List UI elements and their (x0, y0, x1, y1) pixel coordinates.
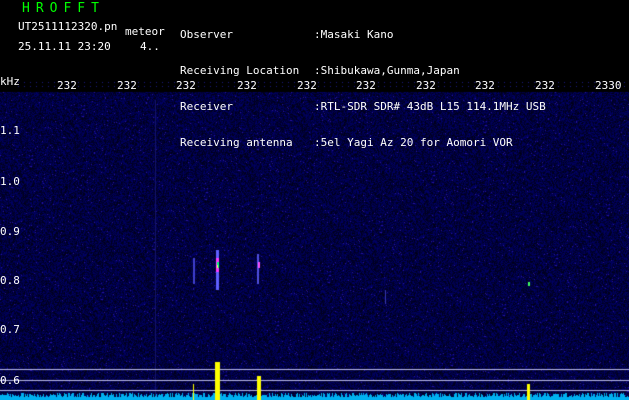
antenna-label: Receiving antenna (180, 136, 293, 149)
freq-label-1-1: 1.1 (0, 124, 20, 137)
app-logo: HROFFT (22, 1, 105, 16)
time-tick: 232 (117, 79, 137, 92)
freq-label-0-8: 0.8 (0, 274, 20, 287)
time-tick: 232 (535, 79, 555, 92)
observer-value: :Masaki Kano (314, 28, 394, 41)
receiver-value: :RTL-SDR SDR# 43dB L15 114.1MHz USB (314, 100, 546, 113)
meteor-label: meteor (125, 25, 165, 38)
freq-label-0-9: 0.9 (0, 225, 20, 238)
frequency-unit-label: kHz (0, 75, 20, 88)
time-tick: 232 (356, 79, 376, 92)
antenna-value: :5el Yagi Az 20 for Aomori VOR (314, 136, 513, 149)
time-tick: 2330 (595, 79, 622, 92)
observer-label: Observer (180, 28, 233, 41)
observation-datetime: 25.11.11 23:20 (18, 40, 111, 53)
time-tick: 232 (475, 79, 495, 92)
hrofft-window: HROFFT UT2511112320.pn meteor 25.11.11 2… (0, 0, 629, 400)
freq-label-1-0: 1.0 (0, 175, 20, 188)
location-value: :Shibukawa,Gunma,Japan (314, 64, 460, 77)
meteor-count: 4.. (140, 40, 160, 53)
time-tick: 232 (416, 79, 436, 92)
time-tick: 232 (297, 79, 317, 92)
image-filename: UT2511112320.pn (18, 20, 118, 33)
location-label: Receiving Location (180, 64, 300, 77)
time-tick: 232 (57, 79, 77, 92)
time-tick: 232 (237, 79, 257, 92)
time-tick: 232 (176, 79, 196, 92)
freq-label-0-6: 0.6 (0, 374, 20, 387)
freq-label-0-7: 0.7 (0, 323, 20, 336)
receiver-label: Receiver (180, 100, 233, 113)
